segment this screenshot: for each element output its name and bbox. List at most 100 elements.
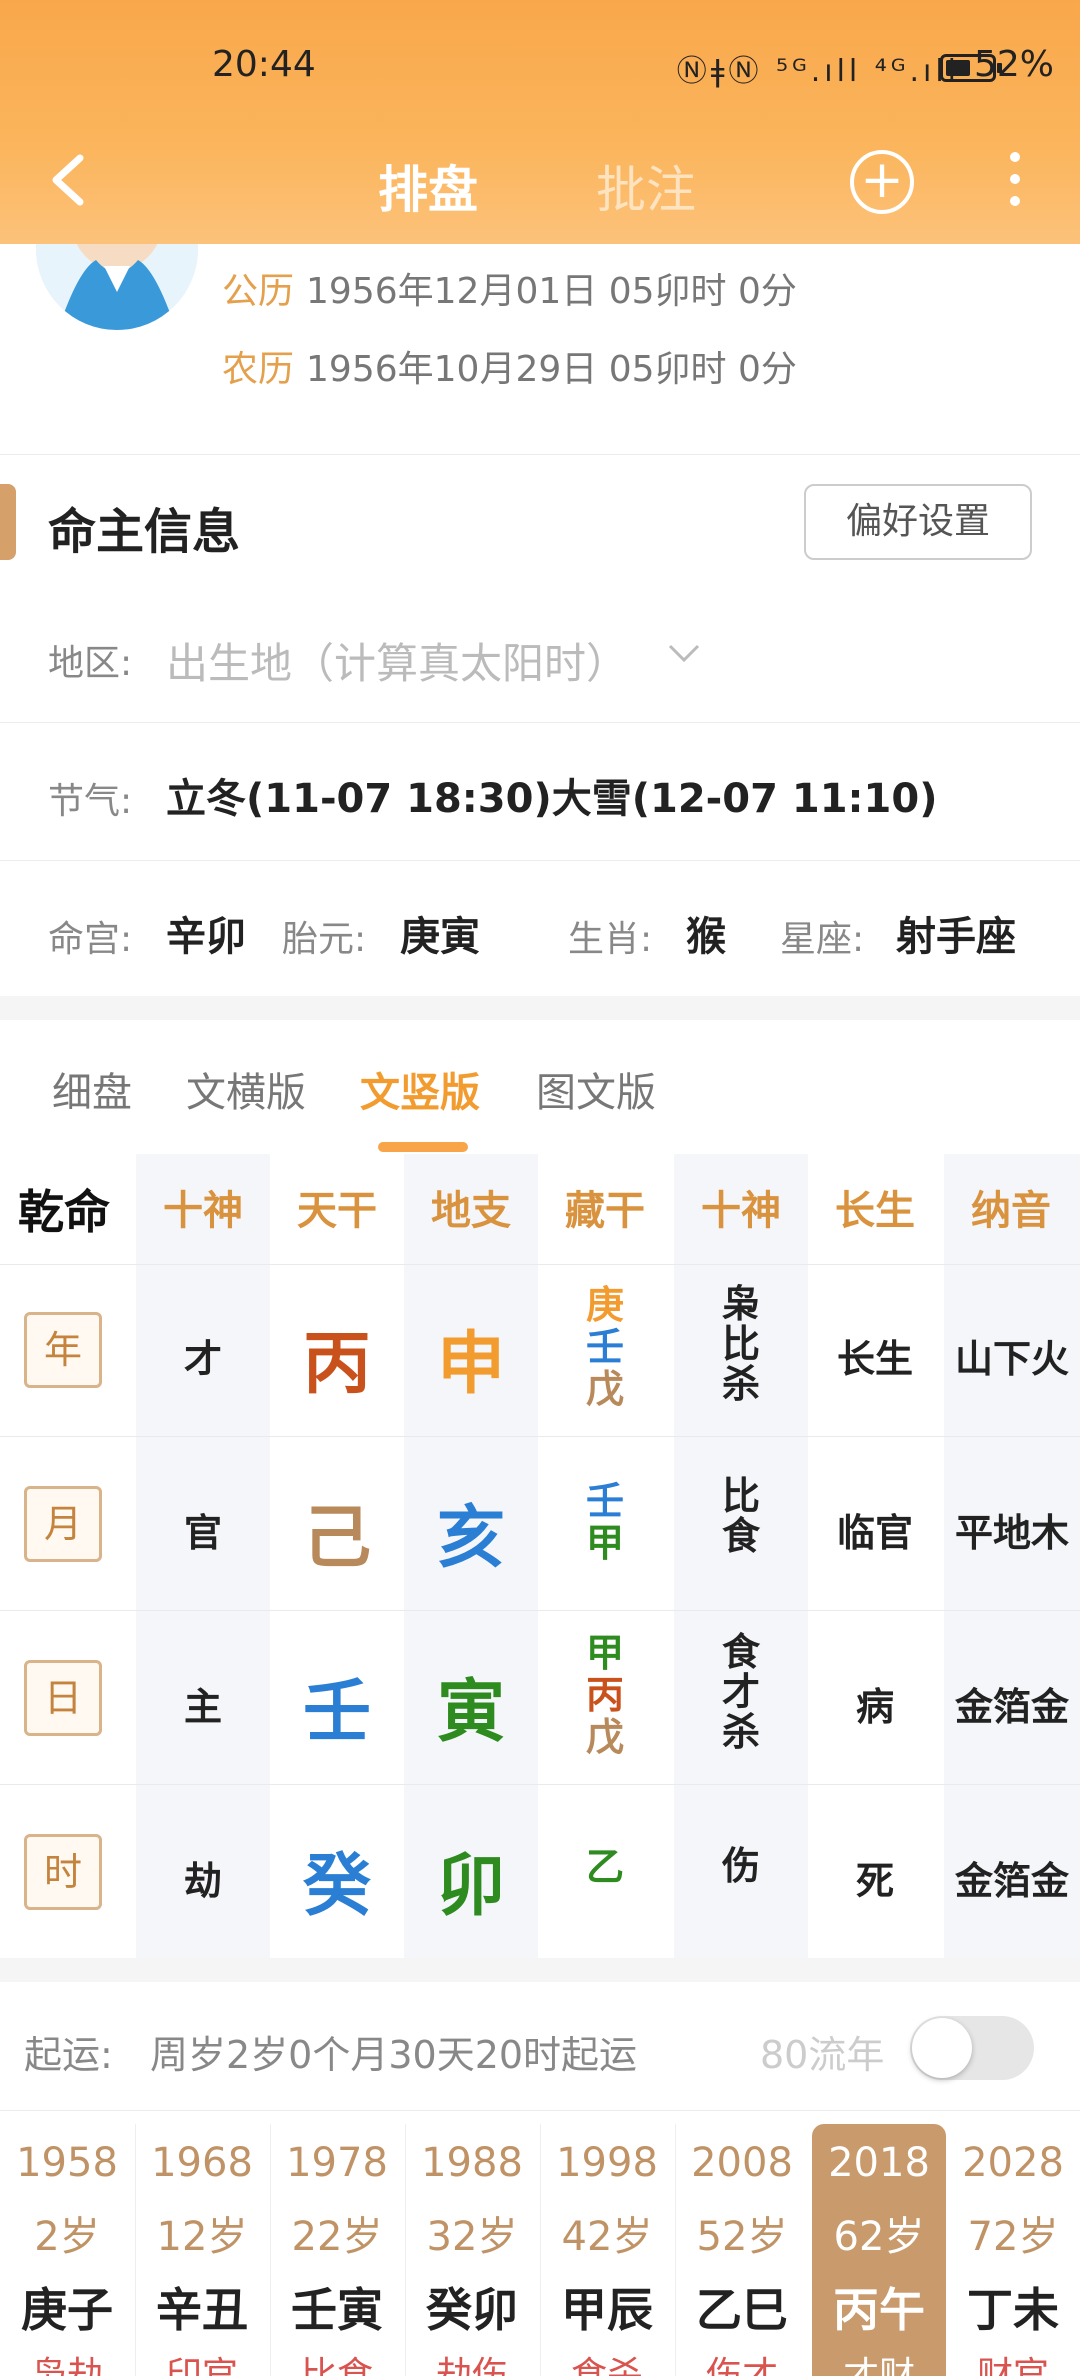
dayun-age: 12岁: [156, 2214, 248, 2260]
nayin-cell: 山下火: [954, 1337, 1069, 1381]
dayun-ganzhi: 丁未: [967, 2283, 1059, 2337]
dayun-item[interactable]: 1958 2岁 庚子 枭劫: [0, 2124, 134, 2376]
column-divider: [270, 2124, 271, 2376]
header-shishen2: 十神: [701, 1188, 781, 1234]
toggle-knob: [912, 2018, 972, 2078]
preference-settings-button[interactable]: 偏好设置: [804, 484, 1032, 560]
dayun-year: 1998: [556, 2140, 658, 2186]
column-divider: [540, 2124, 541, 2376]
region-selector[interactable]: 出生地（计算真太阳时）: [166, 630, 628, 691]
dayun-item[interactable]: 1978 22岁 壬寅 比食: [270, 2124, 404, 2376]
dayun-shishen: 比食: [300, 2355, 373, 2376]
dayun-year: 2028: [962, 2140, 1064, 2186]
row-divider: [0, 1436, 1080, 1437]
more-menu-icon[interactable]: [1010, 152, 1022, 212]
region-label: 地区:: [48, 643, 133, 684]
chevron-down-icon[interactable]: [664, 640, 704, 666]
tab-tuwen[interactable]: 图文版: [536, 1060, 656, 1118]
taiyuan-value: 庚寅: [400, 914, 480, 960]
nav-bar: 排盘 批注 +: [0, 130, 1080, 230]
divider: [0, 860, 1080, 861]
dizhi-cell: 亥: [436, 1499, 505, 1578]
shishen2-item: 才: [721, 1670, 760, 1714]
canggan-cell: 庚 壬 戊: [538, 1284, 672, 1410]
header-dizhi: 地支: [431, 1188, 511, 1234]
lunar-date-row: 农历 1956年10月29日 05卯时 0分: [222, 340, 797, 392]
canggan-item: 戊: [585, 1715, 624, 1759]
dayun-shishen: 食杀: [570, 2355, 643, 2376]
divider: [0, 2110, 1080, 2111]
liunian-toggle[interactable]: [910, 2016, 1034, 2080]
divider: [0, 454, 1080, 455]
canggan-item: 乙: [585, 1845, 624, 1889]
minggong-label: 命宫:: [48, 919, 133, 960]
dayun-age: 72岁: [967, 2214, 1059, 2260]
shishen2-item: 食: [721, 1630, 760, 1674]
lunar-label: 农历: [222, 349, 295, 390]
section-title: 命主信息: [48, 504, 241, 560]
shishen-cell: 主: [183, 1685, 222, 1729]
canggan-item: 甲: [585, 1631, 624, 1675]
dayun-age: 22岁: [291, 2214, 383, 2260]
solar-value: 1956年12月01日 05卯时 0分: [306, 271, 797, 312]
shengxiao-value: 猴: [686, 914, 726, 960]
status-time: 20:44: [212, 44, 316, 85]
shishen2-item: 枭: [721, 1282, 760, 1326]
dayun-item[interactable]: 2008 52岁 乙巳 伤才: [675, 2124, 809, 2376]
canggan-cell: 壬 甲: [538, 1480, 672, 1564]
solar-label: 公历: [222, 271, 295, 312]
shishen-cell: 官: [183, 1511, 222, 1555]
gender-label: 乾命: [18, 1185, 110, 1239]
dayun-shishen: 财官: [976, 2355, 1049, 2376]
shishen2-item: 比: [721, 1474, 760, 1518]
tab-paipan[interactable]: 排盘: [378, 150, 478, 222]
tiangan-cell: 丙: [302, 1325, 371, 1404]
dayun-year: 1968: [151, 2140, 253, 2186]
status-icons: ⓃǂⓃ ⁵ᴳ.ıll ⁴ᴳ.ıll: [676, 54, 960, 89]
tab-wenshu[interactable]: 文竖版: [360, 1060, 480, 1118]
dayun-year: 1988: [421, 2140, 523, 2186]
back-arrow-icon[interactable]: [40, 150, 100, 210]
status-bar: 20:44 ⓃǂⓃ ⁵ᴳ.ıll ⁴ᴳ.ıll 52%: [0, 40, 1080, 100]
dayun-year: 2018: [828, 2140, 930, 2186]
changsheng-cell: 病: [855, 1685, 894, 1729]
dayun-item[interactable]: 1968 12岁 辛丑 印官: [135, 2124, 269, 2376]
tab-xipan[interactable]: 细盘: [52, 1060, 132, 1118]
dayun-item-current[interactable]: 2018 62岁 丙午 才财: [812, 2124, 946, 2376]
dayun-age: 52岁: [696, 2214, 788, 2260]
dayun-ganzhi: 癸卯: [426, 2283, 518, 2337]
taiyuan-label: 胎元:: [282, 919, 367, 960]
column-divider: [135, 2124, 136, 2376]
column-divider: [675, 2124, 676, 2376]
shishen2-item: 比: [721, 1322, 760, 1366]
dizhi-cell: 申: [436, 1325, 505, 1404]
section-gap: [0, 1958, 1080, 1982]
pillar-hour: 时: [24, 1834, 102, 1910]
tab-wenheng[interactable]: 文横版: [186, 1060, 306, 1118]
canggan-cell: 甲 丙 戊: [538, 1632, 672, 1758]
shishen2-cell: 食 才 杀: [674, 1632, 808, 1752]
dayun-item[interactable]: 2028 72岁 丁未 财官: [946, 2124, 1080, 2376]
dayun-year: 1958: [16, 2140, 118, 2186]
dayun-age: 42岁: [561, 2214, 653, 2260]
nayin-cell: 金箔金: [954, 1685, 1069, 1729]
shishen2-item: 伤: [721, 1844, 760, 1888]
header-changsheng: 长生: [835, 1188, 915, 1234]
tab-pizhu[interactable]: 批注: [596, 150, 696, 222]
dayun-ganzhi: 壬寅: [291, 2283, 383, 2337]
divider: [0, 722, 1080, 723]
dayun-item[interactable]: 1998 42岁 甲辰 食杀: [540, 2124, 674, 2376]
dayun-item[interactable]: 1988 32岁 癸卯 劫伤: [405, 2124, 539, 2376]
dayun-age: 62岁: [833, 2214, 925, 2260]
add-icon[interactable]: +: [850, 150, 914, 214]
jieqi-label: 节气:: [48, 781, 133, 822]
shishen2-item: 杀: [721, 1710, 760, 1754]
changsheng-cell: 长生: [836, 1337, 913, 1381]
shishen-cell: 劫: [183, 1859, 222, 1903]
dayun-shishen: 伤才: [705, 2355, 778, 2376]
canggan-item: 丙: [585, 1673, 624, 1717]
app-header: 20:44 ⓃǂⓃ ⁵ᴳ.ıll ⁴ᴳ.ıll 52% 排盘 批注 +: [0, 0, 1080, 244]
changsheng-cell: 临官: [836, 1511, 913, 1555]
row-divider: [0, 1784, 1080, 1785]
canggan-item: 甲: [585, 1521, 624, 1565]
